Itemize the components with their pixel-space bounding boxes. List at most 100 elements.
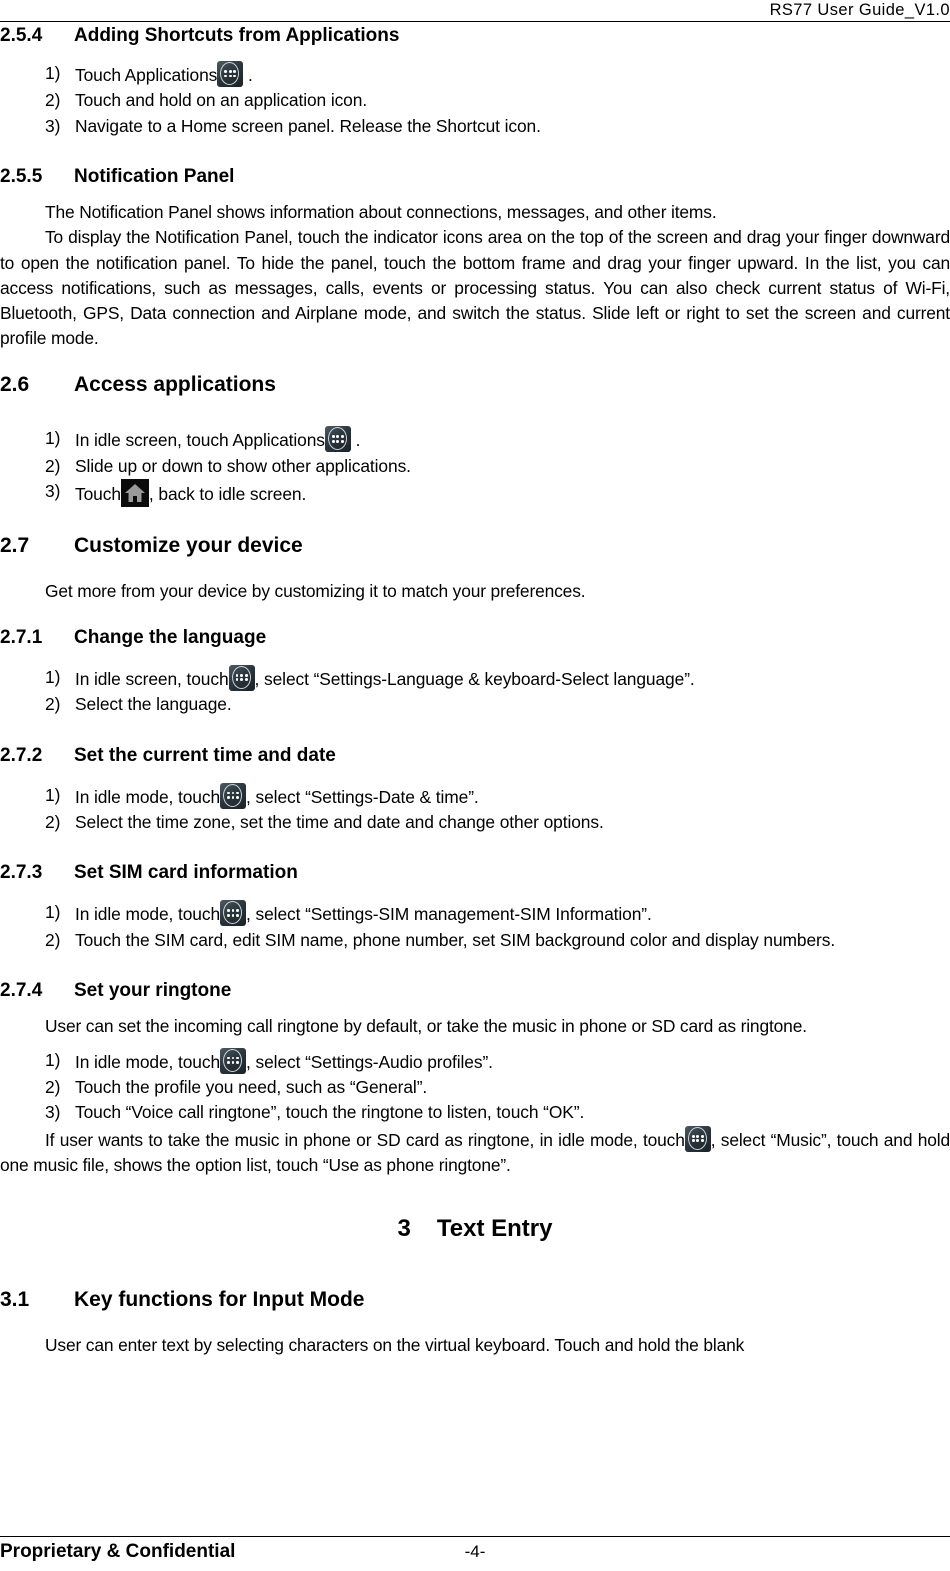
list-item: 2) Select the language. [0,692,950,717]
heading-title: Notification Panel [74,166,235,188]
apps-icon [220,1047,247,1074]
heading-2-7-4: 2.7.4 Set your ringtone [0,979,950,1002]
list-item: 1) In idle mode, touch , select “Settings-… [0,782,950,810]
heading-title: Adding Shortcuts from Applications [74,25,400,46]
step-text-after: , select “Settings-Date & time”. [246,786,479,807]
heading-number: 2.5.5 [0,166,43,188]
step-text: Touch Applications [75,65,218,85]
step-text: Touch and hold on an application icon. [75,90,368,111]
paragraph-3-1: User can enter text by selecting charact… [45,1335,745,1356]
step-text: Touch the profile you need, such as “Gen… [75,1076,428,1097]
paragraph-2-7-4-b: If user wants to take the music in phone… [0,1125,950,1178]
chapter-heading-3: 3 Text Entry [0,1214,950,1244]
heading-3-1: 3.1 Key functions for Input Mode [0,1288,950,1311]
steps-list-2-7-4: 1) In idle mode, touch , select “Settings-… [0,1047,950,1126]
step-text: Select the time zone, set the time and d… [75,812,604,833]
heading-title: Access applications [74,373,276,397]
heading-2-7: 2.7 Customize your device [0,534,950,557]
steps-list-2-7-3: 1) In idle mode, touch , select “Settings-… [0,900,950,953]
heading-number: 2.7.3 [0,862,43,884]
steps-list-2-7-2: 1) In idle mode, touch , select “Settings-… [0,782,950,836]
header-title: RS77 User Guide_V1.0 [769,1,950,19]
step-text: In idle mode, touch [75,1051,221,1072]
heading-number: 2.7.1 [0,626,43,648]
step-text-after: , select “Settings-Audio profiles”. [246,1051,493,1072]
apps-icon [220,782,247,809]
heading-title: Set your ringtone [74,980,232,1002]
list-marker: 3) [45,115,61,136]
apps-icon-dots [235,673,248,682]
heading-2-7-1: 2.7.1 Change the language [0,626,950,649]
apps-icon-dots [691,1134,704,1143]
apps-icon [220,900,247,927]
step-text: Slide up or down to show other applicati… [75,455,411,476]
heading-title: Customize your device [74,533,303,557]
list-marker: 1) [45,902,61,923]
apps-icon-dots [331,435,344,443]
list-item: 1) In idle screen, touch Applications . [0,426,950,453]
document-content: 2.5.4 Adding Shortcuts from Applications … [0,24,950,1358]
step-text: In idle mode, touch [75,904,221,925]
heading-2-7-3: 2.7.3 Set SIM card information [0,861,950,884]
list-marker: 3) [45,481,61,502]
footer-divider [0,1536,950,1537]
apps-icon-dots [227,791,240,800]
step-text: In idle mode, touch [75,786,221,807]
step-text: Touch [75,484,121,505]
heading-2-7-2: 2.7.2 Set the current time and date [0,744,950,767]
list-marker: 2) [45,90,61,111]
step-text-after: . [243,65,253,85]
list-marker: 2) [45,694,61,715]
page-footer: Proprietary & Confidential -4- [0,1539,950,1567]
step-text-after: . [350,430,361,451]
page-header: RS77 User Guide_V1.0 [0,0,950,22]
heading-2-5-4: 2.5.4 Adding Shortcuts from Applications [0,24,950,47]
list-marker: 1) [45,63,61,83]
list-item: 2) Touch the profile you need, such as “G… [0,1075,950,1100]
heading-number: 2.7.4 [0,980,43,1002]
list-item: 1) In idle mode, touch , select “Settings-… [0,900,950,927]
heading-title: Set the current time and date [74,744,336,766]
list-item: 2) Touch and hold on an application icon. [0,88,950,113]
step-text: Touch the SIM card, edit SIM name, phone… [75,929,836,950]
apps-icon [228,664,255,691]
list-marker: 2) [45,455,61,476]
list-marker: 2) [45,1076,61,1097]
paragraph-2-7: Get more from your device by customizing… [45,580,586,601]
paragraph-text-before: If user wants to take the music in phone… [45,1129,685,1150]
list-item: 1) In idle mode, touch , select “Settings-… [0,1047,950,1075]
step-text: Select the language. [75,694,232,715]
step-text: In idle screen, touch [75,668,229,689]
apps-icon-dots [227,1056,240,1065]
heading-2-6: 2.6 Access applications [0,373,950,396]
heading-title: Key functions for Input Mode [74,1288,365,1312]
list-item: 3) Touch , back to idle screen. [0,479,950,508]
paragraph-2-5-5-a: The Notification Panel shows information… [45,202,717,223]
chapter-number: 3 [397,1215,411,1243]
apps-icon [217,61,244,87]
apps-icon-dots [224,70,237,78]
list-item: 2) Touch the SIM card, edit SIM name, pho… [0,928,950,953]
header-divider [0,21,950,22]
step-text: Touch “Voice call ringtone”, touch the r… [75,1102,585,1123]
paragraph-2-7-4-a: User can set the incoming call ringtone … [45,1016,807,1037]
list-item: 3) Navigate to a Home screen panel. Relea… [0,114,950,139]
heading-title: Set SIM card information [74,862,298,884]
heading-number: 3.1 [0,1288,30,1312]
heading-number: 2.7.2 [0,744,43,766]
list-marker: 1) [45,784,61,805]
steps-list-2-7-1: 1) In idle screen, touch , select “Setting… [0,664,950,718]
apps-icon [684,1125,711,1152]
heading-number: 2.7 [0,533,30,557]
paragraph-2-5-5-b: To display the Notification Panel, touch… [0,227,950,349]
step-text-after: , select “Settings-SIM management-SIM In… [246,904,652,925]
footer-page-number: -4- [464,1542,486,1561]
chapter-title: Text Entry [436,1215,553,1243]
list-marker: 2) [45,929,61,950]
apps-icon-dots [227,909,240,917]
list-marker: 2) [45,812,61,833]
heading-number: 2.6 [0,373,30,397]
list-marker: 3) [45,1102,61,1123]
step-text: Navigate to a Home screen panel. Release… [75,115,541,136]
list-item: 1) Touch Applications . [0,61,950,88]
